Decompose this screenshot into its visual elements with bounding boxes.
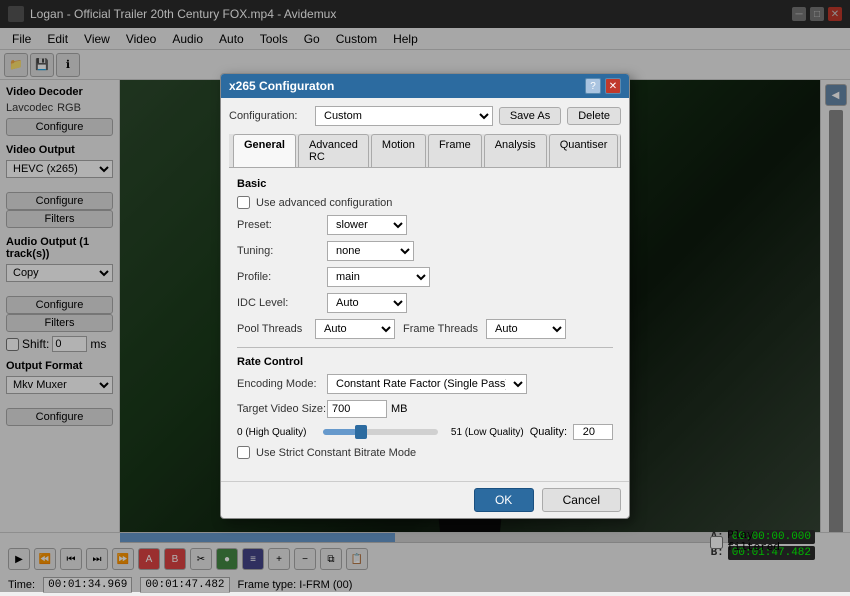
configuration-select[interactable]: Custom: [315, 106, 493, 126]
x265-modal: x265 Configuraton ? ✕ Configuration: Cus…: [220, 73, 630, 519]
modal-titlebar: x265 Configuraton ? ✕: [221, 74, 629, 98]
quality-slider-fill: [323, 429, 357, 435]
tab-motion[interactable]: Motion: [371, 134, 426, 167]
encoding-mode-select[interactable]: Constant Rate Factor (Single Pass) Avera…: [327, 374, 527, 394]
modal-help-btn[interactable]: ?: [585, 78, 601, 94]
configuration-label: Configuration:: [229, 110, 309, 122]
modal-footer: OK Cancel: [221, 481, 629, 518]
modal-close-btn[interactable]: ✕: [605, 78, 621, 94]
tab-advanced-rc[interactable]: Advanced RC: [298, 134, 369, 167]
modal-overlay: x265 Configuraton ? ✕ Configuration: Cus…: [0, 0, 850, 592]
quality-slider-thumb[interactable]: [355, 425, 367, 439]
tuning-row: Tuning: none psnr ssim fastdecode zerola…: [237, 241, 613, 261]
target-video-size-row: Target Video Size: MB: [237, 400, 613, 418]
profile-select[interactable]: main main10 mainstillpicture: [327, 267, 430, 287]
encoding-mode-row: Encoding Mode: Constant Rate Factor (Sin…: [237, 374, 613, 394]
divider: [237, 347, 613, 348]
rate-control-header: Rate Control: [237, 356, 613, 368]
tab-general[interactable]: General: [233, 134, 296, 167]
rate-control-section: Rate Control Encoding Mode: Constant Rat…: [237, 356, 613, 459]
tab-analysis[interactable]: Analysis: [484, 134, 547, 167]
modal-title: x265 Configuraton: [229, 79, 334, 93]
quality-slider-container: 0 (High Quality) 51 (Low Quality) Qualit…: [237, 424, 613, 440]
delete-btn[interactable]: Delete: [567, 107, 621, 125]
preset-select[interactable]: ultrafast superfast veryfast faster fast…: [327, 215, 407, 235]
modal-body: Configuration: Custom Save As Delete Gen…: [221, 98, 629, 481]
strict-cbr-row: Use Strict Constant Bitrate Mode: [237, 446, 613, 459]
tuning-label: Tuning:: [237, 245, 327, 257]
strict-cbr-label: Use Strict Constant Bitrate Mode: [256, 447, 416, 459]
tab-frame[interactable]: Frame: [428, 134, 482, 167]
quality-value-input[interactable]: [573, 424, 613, 440]
use-advanced-config-checkbox[interactable]: [237, 196, 250, 209]
quality-label-right: 51 (Low Quality): [444, 427, 524, 438]
preset-row: Preset: ultrafast superfast veryfast fas…: [237, 215, 613, 235]
use-advanced-config-label: Use advanced configuration: [256, 197, 392, 209]
save-as-btn[interactable]: Save As: [499, 107, 561, 125]
use-advanced-config-row: Use advanced configuration: [237, 196, 613, 209]
idc-level-row: IDC Level: Auto: [237, 293, 613, 313]
quality-label: Quality:: [530, 426, 567, 438]
strict-cbr-checkbox[interactable]: [237, 446, 250, 459]
cancel-btn[interactable]: Cancel: [542, 488, 621, 512]
tab-bar: General Advanced RC Motion Frame Analysi…: [229, 134, 621, 168]
frame-threads-select[interactable]: Auto: [486, 319, 566, 339]
profile-label: Profile:: [237, 271, 327, 283]
config-row: Configuration: Custom Save As Delete: [229, 106, 621, 126]
tab-general-content: Basic Use advanced configuration Preset:…: [229, 168, 621, 473]
target-video-size-input[interactable]: [327, 400, 387, 418]
tab-advanced-1[interactable]: Advanced 1: [620, 134, 621, 167]
quality-label-left: 0 (High Quality): [237, 427, 317, 438]
threads-row: Pool Threads Auto Frame Threads Auto: [237, 319, 613, 339]
preset-label: Preset:: [237, 219, 327, 231]
idc-level-select[interactable]: Auto: [327, 293, 407, 313]
basic-section: Basic Use advanced configuration Preset:…: [237, 178, 613, 339]
pool-threads-select[interactable]: Auto: [315, 319, 395, 339]
tuning-select[interactable]: none psnr ssim fastdecode zerolatency: [327, 241, 414, 261]
encoding-mode-label: Encoding Mode:: [237, 378, 327, 390]
frame-threads-label: Frame Threads: [403, 323, 478, 335]
target-video-size-label: Target Video Size:: [237, 403, 327, 415]
pool-threads-label: Pool Threads: [237, 323, 307, 335]
profile-row: Profile: main main10 mainstillpicture: [237, 267, 613, 287]
tab-quantiser[interactable]: Quantiser: [549, 134, 619, 167]
ok-btn[interactable]: OK: [474, 488, 534, 512]
target-video-size-unit: MB: [391, 403, 408, 415]
idc-level-label: IDC Level:: [237, 297, 327, 309]
quality-slider-track[interactable]: [323, 429, 438, 435]
basic-header: Basic: [237, 178, 613, 190]
